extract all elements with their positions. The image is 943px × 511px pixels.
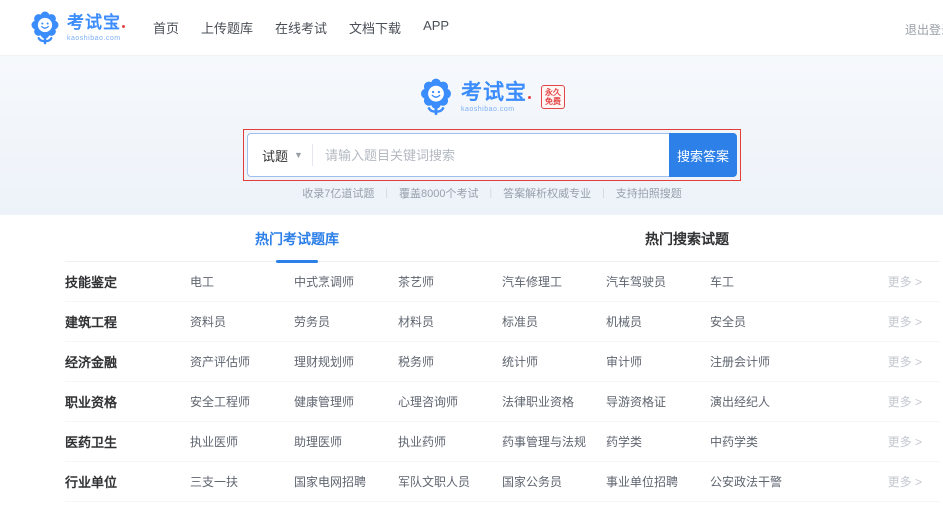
category-table: 技能鉴定电工中式烹调师茶艺师汽车修理工汽车驾驶员车工更多 >建筑工程资料员劳务员… xyxy=(65,262,940,502)
category-item-link[interactable]: 资料员 xyxy=(190,313,294,330)
tab-hot-search-questions[interactable]: 热门搜索试题 xyxy=(645,229,729,249)
category-row: 医药卫生执业医师助理医师执业药师药事管理与法规药学类中药学类 更多 > xyxy=(65,422,940,462)
hero-logo: 考试宝 kaoshibao.com 永久 免费 xyxy=(243,77,741,117)
category-item-link[interactable]: 国家公务员 xyxy=(502,473,606,490)
red-annotation-box: 试题 ▼ 搜索答案 xyxy=(243,129,741,181)
hero-section: 考试宝 kaoshibao.com 永久 免费 试题 ▼ 搜索答案 收录7亿道试… xyxy=(0,56,943,215)
category-row: 经济金融资产评估师理财规划师税务师统计师审计师注册会计师 更多 > xyxy=(65,342,940,382)
category-row: 技能鉴定电工中式烹调师茶艺师汽车修理工汽车驾驶员车工 更多 > xyxy=(65,262,940,302)
category-item-link[interactable]: 执业医师 xyxy=(190,433,294,450)
nav-item-online-exam[interactable]: 在线考试 xyxy=(275,18,327,37)
category-item-link[interactable]: 事业单位招聘 xyxy=(606,473,710,490)
category-item-link[interactable]: 统计师 xyxy=(502,353,606,370)
more-link[interactable]: 更多 > xyxy=(888,273,922,290)
logout-link[interactable]: 退出登录 xyxy=(905,21,943,38)
category-item-link[interactable]: 茶艺师 xyxy=(398,273,502,290)
category-item-link[interactable]: 三支一扶 xyxy=(190,473,294,490)
category-item-link[interactable]: 汽车驾驶员 xyxy=(606,273,710,290)
nav-item-doc-download[interactable]: 文档下载 xyxy=(349,18,401,37)
category-item-link[interactable]: 中式烹调师 xyxy=(294,273,398,290)
logo-name: 考试宝 xyxy=(67,14,125,32)
category-item-link[interactable]: 机械员 xyxy=(606,313,710,330)
stat-item: 支持拍照搜题 xyxy=(616,185,682,201)
category-item-link[interactable]: 中药学类 xyxy=(710,433,814,450)
category-item-link[interactable]: 安全员 xyxy=(710,313,814,330)
kaoshibao-flower-icon xyxy=(30,10,60,46)
kaoshibao-flower-icon xyxy=(419,77,453,117)
search-input-wrap: 试题 ▼ xyxy=(247,133,669,177)
nav-item-app[interactable]: APP xyxy=(423,18,449,37)
category-item-link[interactable]: 税务师 xyxy=(398,353,502,370)
category-name[interactable]: 经济金融 xyxy=(65,352,190,371)
question-type-value: 试题 xyxy=(262,146,288,165)
stat-item: 覆盖8000个考试 xyxy=(399,185,478,201)
nav-menu: 首页 上传题库 在线考试 文档下载 APP xyxy=(153,18,449,37)
category-item-link[interactable]: 药学类 xyxy=(606,433,710,450)
category-item-link[interactable]: 汽车修理工 xyxy=(502,273,606,290)
category-item-link[interactable]: 电工 xyxy=(190,273,294,290)
more-link[interactable]: 更多 > xyxy=(888,393,922,410)
stat-item: 收录7亿道试题 xyxy=(302,185,374,201)
nav-item-upload-bank[interactable]: 上传题库 xyxy=(201,18,253,37)
tabs-header: 热门考试题库 热门搜索试题 xyxy=(65,215,940,262)
category-item-link[interactable]: 劳务员 xyxy=(294,313,398,330)
stats-divider: | xyxy=(385,188,388,199)
logo-domain: kaoshibao.com xyxy=(67,35,125,42)
category-item-link[interactable]: 执业药师 xyxy=(398,433,502,450)
category-item-link[interactable]: 材料员 xyxy=(398,313,502,330)
category-item-link[interactable]: 法律职业资格 xyxy=(502,393,606,410)
category-item-link[interactable]: 心理咨询师 xyxy=(398,393,502,410)
nav-item-home[interactable]: 首页 xyxy=(153,18,179,37)
category-item-link[interactable]: 公安政法干警 xyxy=(710,473,814,490)
category-item-link[interactable]: 注册会计师 xyxy=(710,353,814,370)
category-item-link[interactable]: 健康管理师 xyxy=(294,393,398,410)
category-row: 行业单位三支一扶国家电网招聘军队文职人员国家公务员事业单位招聘公安政法干警 更多 … xyxy=(65,462,940,502)
category-item-link[interactable]: 演出经纪人 xyxy=(710,393,814,410)
more-link[interactable]: 更多 > xyxy=(888,433,922,450)
tab-hot-exam-banks[interactable]: 热门考试题库 xyxy=(255,229,339,249)
search-input[interactable] xyxy=(313,148,669,163)
stat-item: 答案解析权威专业 xyxy=(503,185,591,201)
stats-divider: | xyxy=(490,188,493,199)
logo-red-dot xyxy=(122,25,125,28)
category-item-link[interactable]: 军队文职人员 xyxy=(398,473,502,490)
more-link[interactable]: 更多 > xyxy=(888,313,922,330)
logo[interactable]: 考试宝 kaoshibao.com xyxy=(30,10,125,46)
category-item-link[interactable]: 审计师 xyxy=(606,353,710,370)
logo-red-dot xyxy=(528,96,531,99)
more-link[interactable]: 更多 > xyxy=(888,473,922,490)
navbar: 考试宝 kaoshibao.com 首页 上传题库 在线考试 文档下载 APP 退出登录 xyxy=(0,0,943,56)
category-item-link[interactable]: 理财规划师 xyxy=(294,353,398,370)
category-item-link[interactable]: 国家电网招聘 xyxy=(294,473,398,490)
stats-divider: | xyxy=(602,188,605,199)
free-forever-badge: 永久 免费 xyxy=(541,85,565,109)
search-answer-button[interactable]: 搜索答案 xyxy=(669,133,737,177)
category-name[interactable]: 职业资格 xyxy=(65,392,190,411)
question-type-dropdown[interactable]: 试题 ▼ xyxy=(248,146,312,165)
category-row: 建筑工程资料员劳务员材料员标准员机械员安全员 更多 > xyxy=(65,302,940,342)
category-item-link[interactable]: 安全工程师 xyxy=(190,393,294,410)
category-row: 职业资格安全工程师健康管理师心理咨询师法律职业资格导游资格证演出经纪人 更多 > xyxy=(65,382,940,422)
category-item-link[interactable]: 标准员 xyxy=(502,313,606,330)
more-link[interactable]: 更多 > xyxy=(888,353,922,370)
content-card: 热门考试题库 热门搜索试题 技能鉴定电工中式烹调师茶艺师汽车修理工汽车驾驶员车工… xyxy=(0,215,943,502)
stats-line: 收录7亿道试题 | 覆盖8000个考试 | 答案解析权威专业 | 支持拍照搜题 xyxy=(243,185,741,201)
category-name[interactable]: 医药卫生 xyxy=(65,432,190,451)
hero-logo-name: 考试宝 xyxy=(461,82,531,103)
category-item-link[interactable]: 资产评估师 xyxy=(190,353,294,370)
category-name[interactable]: 行业单位 xyxy=(65,472,190,491)
search-bar: 试题 ▼ 搜索答案 xyxy=(247,133,737,177)
category-item-link[interactable]: 助理医师 xyxy=(294,433,398,450)
chevron-down-icon: ▼ xyxy=(294,150,303,160)
category-name[interactable]: 技能鉴定 xyxy=(65,272,190,291)
hero-logo-domain: kaoshibao.com xyxy=(461,106,531,113)
category-name[interactable]: 建筑工程 xyxy=(65,312,190,331)
category-item-link[interactable]: 车工 xyxy=(710,273,814,290)
category-item-link[interactable]: 药事管理与法规 xyxy=(502,433,606,450)
category-item-link[interactable]: 导游资格证 xyxy=(606,393,710,410)
